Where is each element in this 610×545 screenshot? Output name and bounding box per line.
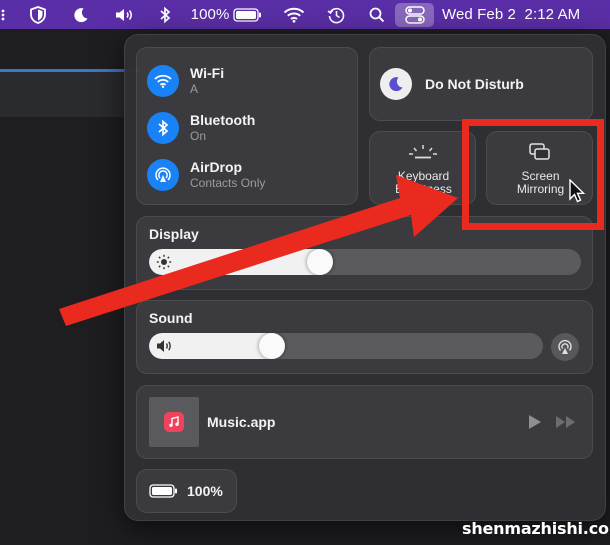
screen-mirroring-highlight-box <box>462 119 604 230</box>
watermark: shenmazhishi.com <box>462 519 610 538</box>
annotation-arrow <box>59 175 458 326</box>
mouse-cursor-icon <box>569 179 586 203</box>
